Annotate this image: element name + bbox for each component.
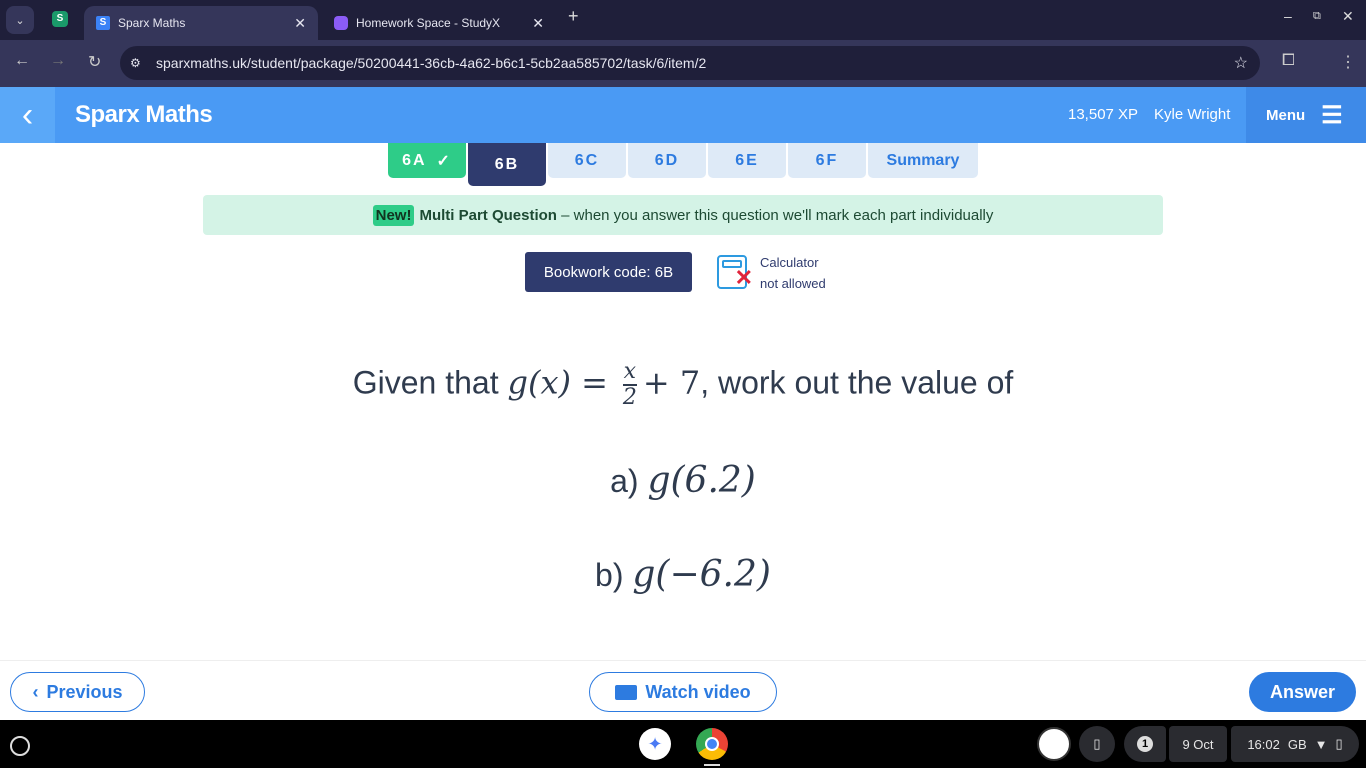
tab-6a[interactable]: 6A ✓ (388, 143, 466, 178)
function-def: g(x) = (507, 363, 608, 402)
banner-text: – when you answer this question we'll ma… (556, 206, 994, 224)
question-footer: ‹ Previous Watch video Answer (0, 660, 1366, 720)
check-icon: ✓ (436, 152, 452, 170)
denominator: 2 (622, 385, 637, 410)
calculator-line1: Calculator (760, 255, 819, 270)
tab-6c[interactable]: 6C (548, 143, 626, 178)
numerator: x (622, 359, 637, 386)
app-title: Sparx Maths (75, 101, 213, 128)
app-header: ‹ Sparx Maths 13,507 XP Kyle Wright Menu… (0, 87, 1366, 143)
address-bar-row: ← → ↻ ⚙ sparxmaths.uk/student/package/50… (0, 40, 1366, 87)
wifi-icon: ▼ (1314, 736, 1328, 752)
more-icon[interactable]: ⋮ (1340, 52, 1356, 72)
active-app-indicator (704, 764, 720, 766)
star-icon[interactable]: ☆ (1234, 53, 1248, 73)
site-info-icon[interactable]: ⚙ (130, 56, 141, 70)
launcher-icon[interactable] (10, 736, 30, 756)
url-text: sparxmaths.uk/student/package/50200441-3… (156, 55, 707, 71)
previous-label: Previous (46, 681, 123, 702)
phone-hub-icon[interactable]: ▯ (1079, 726, 1115, 762)
new-tab-icon[interactable]: + (568, 6, 579, 27)
restore-icon[interactable]: ⧉ (1313, 10, 1321, 23)
question-text: Given that g(x) = x 2 + 7, work out the va… (0, 360, 1366, 410)
watch-label: Watch video (645, 681, 751, 702)
close-tab-icon[interactable]: ✕ (532, 15, 544, 32)
tab-6d[interactable]: 6D (628, 143, 706, 178)
menu-button[interactable]: Menu ☰ (1246, 87, 1366, 143)
answer-button[interactable]: Answer (1249, 672, 1356, 712)
calculator-line2: not allowed (760, 276, 826, 291)
screen-capture-thumbnail[interactable] (1037, 727, 1071, 761)
part-a: a) g(6.2) (0, 460, 1366, 501)
video-camera-icon (615, 684, 638, 700)
close-tab-icon[interactable]: ✕ (294, 15, 306, 32)
clock: 16:02 (1247, 736, 1280, 752)
tab-6e[interactable]: 6E (708, 143, 786, 178)
pinned-tab[interactable]: S (52, 11, 68, 27)
part-b: b) g(−6.2) (0, 554, 1366, 595)
date[interactable]: 9 Oct (1169, 726, 1227, 762)
reload-icon[interactable]: ↻ (88, 52, 101, 72)
notification-badge: 1 (1137, 736, 1153, 752)
question-rest: , work out the value of (700, 364, 1014, 401)
studyx-favicon (334, 16, 348, 30)
multi-part-banner: New! Multi Part Question – when you answ… (203, 195, 1163, 235)
tab-6f[interactable]: 6F (788, 143, 866, 178)
chevron-left-icon: ‹ (32, 681, 39, 702)
part-label: a) (610, 463, 639, 499)
tab-label: 6B (494, 155, 520, 173)
browser-tab-strip: ⌄ S S Sparx Maths ✕ Homework Space - Stu… (0, 0, 1366, 40)
os-shelf: ✦ ▯ 1 9 Oct 16:02 GB ▼ ▯ (0, 720, 1366, 768)
tab-search-chevron-icon[interactable]: ⌄ (6, 6, 34, 34)
tab-summary[interactable]: Summary (868, 143, 978, 178)
back-icon[interactable]: ← (14, 52, 30, 70)
question-intro: Given that (352, 364, 499, 401)
hamburger-icon: ☰ (1321, 101, 1343, 129)
watch-video-button[interactable]: Watch video (589, 672, 777, 712)
banner-title: Multi Part Question (419, 206, 557, 224)
calculator-not-allowed-icon: ✕ (717, 255, 753, 290)
notification-count[interactable]: 1 (1124, 726, 1166, 762)
menu-label: Menu (1266, 106, 1306, 124)
close-window-icon[interactable]: ✕ (1342, 8, 1354, 25)
part-expr: g(−6.2) (632, 554, 771, 595)
new-badge: New! (372, 204, 415, 226)
bookwork-code: Bookwork code: 6B (525, 252, 692, 292)
calculator-status: Calculator not allowed (760, 252, 826, 294)
minimize-icon[interactable]: – (1284, 8, 1292, 24)
keyboard-locale: GB (1287, 736, 1307, 752)
tab-label: 6A (402, 151, 427, 169)
xp-count: 13,507 XP (1068, 106, 1139, 123)
tab-title: Homework Space - StudyX (356, 16, 501, 30)
battery-icon: ▯ (1335, 736, 1343, 751)
function-tail: + 7 (642, 363, 701, 402)
part-label: b) (595, 557, 624, 593)
status-tray[interactable]: 16:02 GB ▼ ▯ (1231, 726, 1359, 762)
fraction: x2 (622, 359, 637, 410)
extensions-icon[interactable]: ⧠ (1282, 52, 1295, 70)
url-input[interactable]: ⚙ sparxmaths.uk/student/package/50200441… (120, 46, 1260, 80)
gemini-icon[interactable]: ✦ (639, 728, 671, 760)
forward-icon[interactable]: → (50, 52, 66, 70)
previous-button[interactable]: ‹ Previous (10, 672, 145, 712)
tab-studyx[interactable]: Homework Space - StudyX ✕ (322, 6, 556, 40)
tab-6b[interactable]: 6B (468, 143, 546, 186)
part-expr: g(6.2) (647, 460, 756, 501)
tab-title: Sparx Maths (118, 16, 186, 30)
chrome-icon[interactable] (696, 728, 728, 760)
tab-sparx[interactable]: S Sparx Maths ✕ (84, 6, 318, 40)
user-name[interactable]: Kyle Wright (1154, 106, 1230, 123)
back-chevron-icon[interactable]: ‹ (0, 87, 55, 143)
sparx-favicon: S (96, 16, 110, 30)
